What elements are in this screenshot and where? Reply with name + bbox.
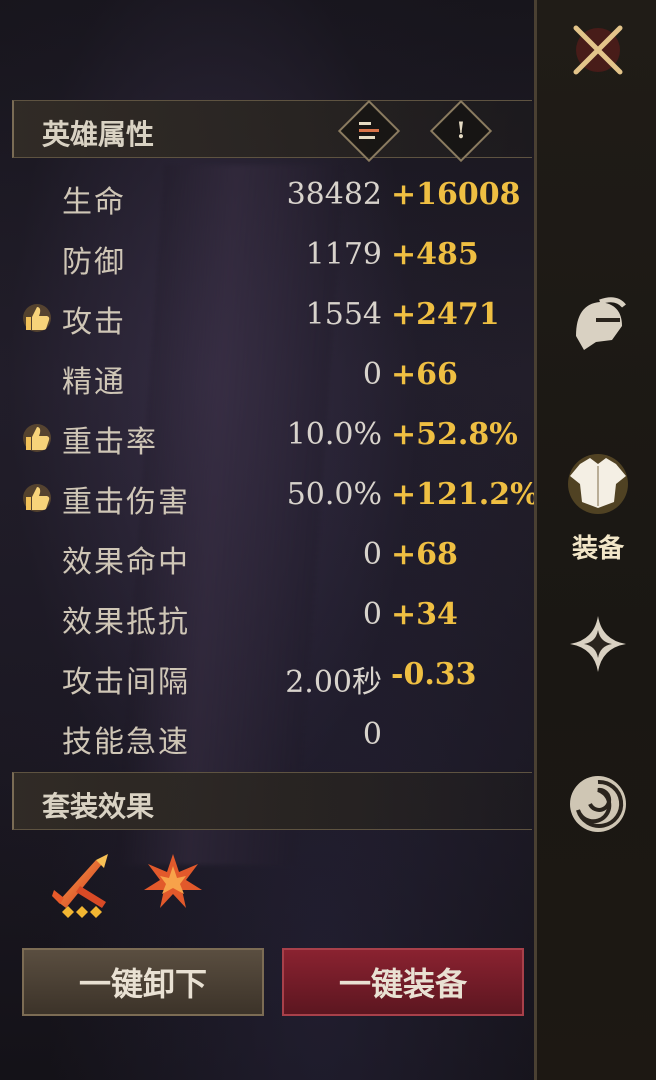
stat-row: 技能急速 0 — [0, 705, 534, 765]
stat-bonus-value: +121.2% — [391, 477, 539, 512]
stat-bonus-value: +52.8% — [391, 417, 518, 452]
stat-bonus-value: +2471 — [391, 297, 500, 332]
stat-bonus-value: -0.33 — [391, 657, 477, 692]
exclamation-icon: ! — [456, 118, 466, 144]
stat-row: 效果命中 0 +68 — [0, 525, 534, 585]
armor-icon[interactable] — [566, 452, 630, 516]
stat-row: 生命 38482 +16008 — [0, 165, 534, 225]
info-button[interactable]: ! — [429, 99, 493, 163]
helmet-icon[interactable] — [566, 292, 630, 356]
stat-row: 攻击 1554 +2471 — [0, 285, 534, 345]
stat-base-value: 0 — [362, 357, 382, 392]
stat-row: 重击伤害 50.0% +121.2% — [0, 465, 539, 525]
stat-base-value: 38482 — [286, 177, 382, 212]
stat-bonus-value: +16008 — [391, 177, 521, 212]
stat-bonus-value: +34 — [391, 597, 458, 632]
stat-label: 重击率 — [62, 425, 158, 460]
close-icon[interactable] — [566, 18, 630, 82]
stat-base-value: 0 — [362, 537, 382, 572]
thumbs-up-icon — [22, 483, 52, 513]
stat-bonus-value: +66 — [391, 357, 458, 392]
stat-label: 攻击 — [62, 305, 126, 340]
stat-label: 防御 — [62, 245, 126, 280]
stat-base-value: 10.0% — [286, 417, 382, 452]
stat-label: 技能急速 — [62, 725, 190, 760]
star-shard-icon[interactable] — [566, 612, 630, 676]
stat-base-value: 0 — [362, 717, 382, 752]
thumbs-up-icon — [22, 423, 52, 453]
stat-row: 效果抵抗 0 +34 — [0, 585, 534, 645]
stat-row: 攻击间隔 2.00秒 -0.33 — [0, 645, 534, 705]
set-effects-header: 套装效果 — [12, 772, 532, 830]
equipment-tab-label: 装备 — [571, 534, 624, 564]
stat-base-value: 0 — [362, 597, 382, 632]
sort-lines-icon — [349, 111, 389, 151]
stat-base-value: 1179 — [305, 237, 382, 272]
sort-button[interactable] — [337, 99, 401, 163]
hero-attributes-header: 英雄属性 ! — [12, 99, 532, 163]
stat-label: 效果命中 — [62, 545, 190, 580]
stat-bonus-value: +68 — [391, 537, 458, 572]
set-effects-title: 套装效果 — [42, 790, 155, 823]
stat-base-value: 2.00秒 — [285, 665, 382, 700]
right-sidebar: 装备 — [534, 0, 656, 1080]
stat-label: 生命 — [62, 185, 126, 220]
stat-base-value: 1554 — [305, 297, 382, 332]
crossed-swords-set-icon[interactable] — [50, 850, 110, 920]
thumbs-up-icon — [22, 303, 52, 333]
equip-all-button[interactable]: 一键装备 — [282, 948, 524, 1016]
stat-row: 防御 1179 +485 — [0, 225, 534, 285]
spiked-burst-set-icon[interactable] — [142, 850, 202, 920]
stat-row: 精通 0 +66 — [0, 345, 534, 405]
stat-label: 精通 — [62, 365, 126, 400]
hero-attributes-title: 英雄属性 — [42, 118, 155, 151]
stat-base-value: 50.0% — [286, 477, 382, 512]
stat-row: 重击率 10.0% +52.8% — [0, 405, 534, 465]
stat-bonus-value: +485 — [391, 237, 479, 272]
swirl-icon[interactable] — [566, 772, 630, 836]
stat-label: 攻击间隔 — [62, 665, 190, 700]
stat-label: 效果抵抗 — [62, 605, 190, 640]
stat-label: 重击伤害 — [62, 485, 190, 520]
unequip-all-button[interactable]: 一键卸下 — [22, 948, 264, 1016]
